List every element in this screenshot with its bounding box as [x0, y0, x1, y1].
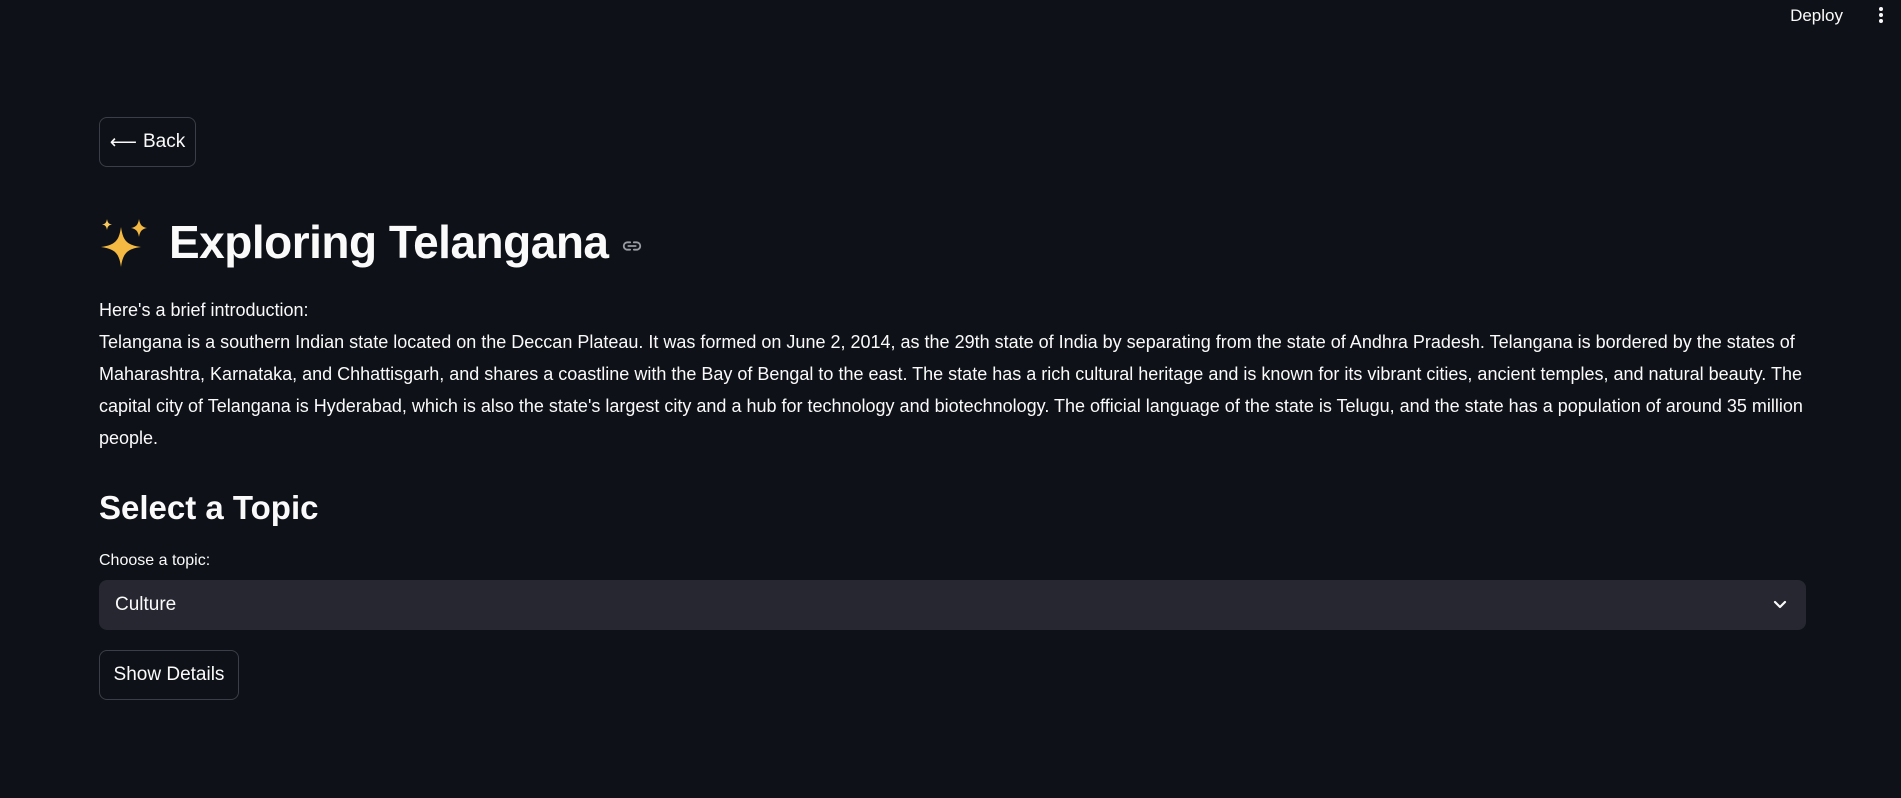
- show-details-label: Show Details: [113, 664, 225, 685]
- link-icon[interactable]: [621, 235, 643, 257]
- chevron-down-icon: [1773, 600, 1787, 609]
- back-button[interactable]: ⟵ Back: [99, 117, 196, 167]
- kebab-menu-icon[interactable]: [1871, 5, 1891, 25]
- main-content: ⟵ Back Exploring Telangana Here's a brie…: [99, 117, 1806, 700]
- page-title-row: Exploring Telangana: [99, 212, 1806, 272]
- page-title: Exploring Telangana: [169, 216, 609, 268]
- topic-select[interactable]: Culture: [99, 580, 1806, 630]
- show-details-button[interactable]: Show Details: [99, 650, 239, 700]
- deploy-button[interactable]: Deploy: [1786, 4, 1847, 28]
- intro-label: Here's a brief introduction:: [99, 300, 309, 320]
- section-heading: Select a Topic: [99, 489, 319, 526]
- intro-paragraph: Telangana is a southern Indian state loc…: [99, 332, 1803, 448]
- top-toolbar: Deploy: [0, 0, 1901, 30]
- left-arrow-icon: ⟵: [109, 131, 137, 153]
- back-button-label: Back: [143, 131, 186, 152]
- topic-select-value: Culture: [115, 594, 177, 615]
- topic-select-label: Choose a topic:: [99, 552, 211, 569]
- sparkles-icon: [101, 219, 147, 267]
